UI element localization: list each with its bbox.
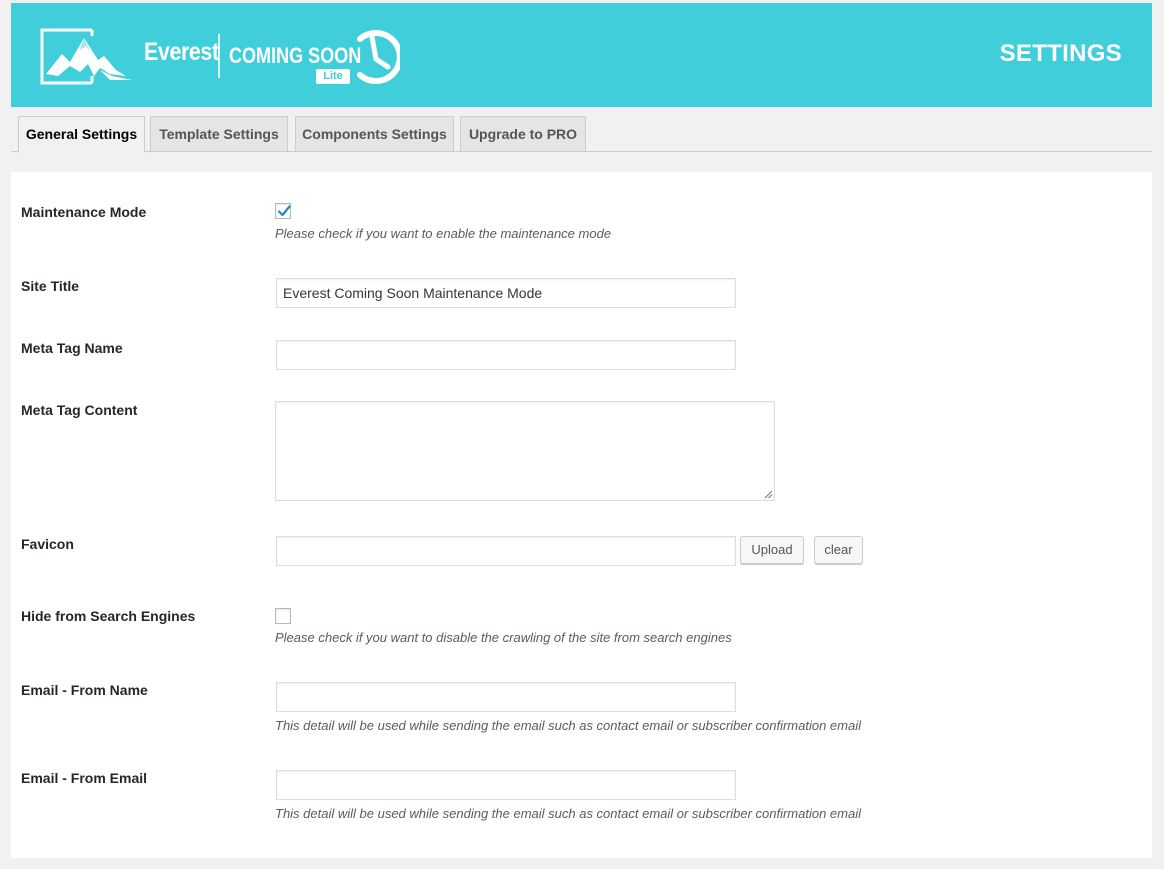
tab-upgrade-to-pro[interactable]: Upgrade to PRO: [460, 116, 586, 152]
meta-tag-content-label: Meta Tag Content: [21, 402, 138, 418]
favicon-label: Favicon: [21, 536, 74, 552]
tab-components-settings[interactable]: Components Settings: [295, 116, 454, 152]
site-title-input[interactable]: Everest Coming Soon Maintenance Mode: [276, 278, 736, 308]
meta-tag-name-input[interactable]: [276, 340, 736, 370]
logo-divider: [218, 34, 220, 78]
page-title: SETTINGS: [999, 40, 1122, 67]
email-from-name-label: Email - From Name: [21, 682, 148, 698]
email-from-email-label: Email - From Email: [21, 770, 148, 786]
meta-tag-content-textarea[interactable]: [275, 401, 775, 501]
settings-header: Everest COMING SOON Lite SETTINGS: [11, 3, 1152, 107]
logo-lite-badge: Lite: [316, 69, 350, 84]
upload-button[interactable]: Upload: [740, 536, 804, 564]
maintenance-mode-label: Maintenance Mode: [21, 204, 147, 220]
logo-product-text: COMING SOON: [229, 43, 362, 68]
maintenance-mode-checkbox[interactable]: [275, 203, 291, 219]
maintenance-mode-description: Please check if you want to enable the m…: [275, 226, 612, 241]
logo-brand-text: Everest: [144, 38, 219, 66]
email-from-name-description: This detail will be used while sending t…: [275, 718, 861, 733]
hide-search-engines-checkbox[interactable]: [275, 608, 291, 624]
hide-search-engines-description: Please check if you want to disable the …: [275, 630, 732, 645]
hide-search-engines-label: Hide from Search Engines: [21, 608, 196, 624]
meta-tag-name-label: Meta Tag Name: [21, 340, 123, 356]
general-settings-panel: Maintenance Mode Please check if you wan…: [11, 172, 1152, 858]
tab-template-settings[interactable]: Template Settings: [150, 116, 288, 152]
checkmark-icon: [277, 205, 291, 217]
settings-tabs: General Settings Template Settings Compo…: [11, 116, 1152, 153]
email-from-email-input[interactable]: [276, 770, 736, 800]
favicon-url-input[interactable]: [276, 536, 736, 566]
email-from-email-description: This detail will be used while sending t…: [275, 806, 861, 821]
site-title-label: Site Title: [21, 278, 80, 294]
email-from-name-input[interactable]: [276, 682, 736, 712]
resize-grip-icon[interactable]: [764, 490, 773, 499]
clear-button[interactable]: clear: [814, 536, 863, 564]
plugin-logo: Everest COMING SOON Lite: [40, 24, 400, 90]
tab-general-settings[interactable]: General Settings: [18, 116, 145, 153]
clock-icon: [357, 30, 400, 84]
